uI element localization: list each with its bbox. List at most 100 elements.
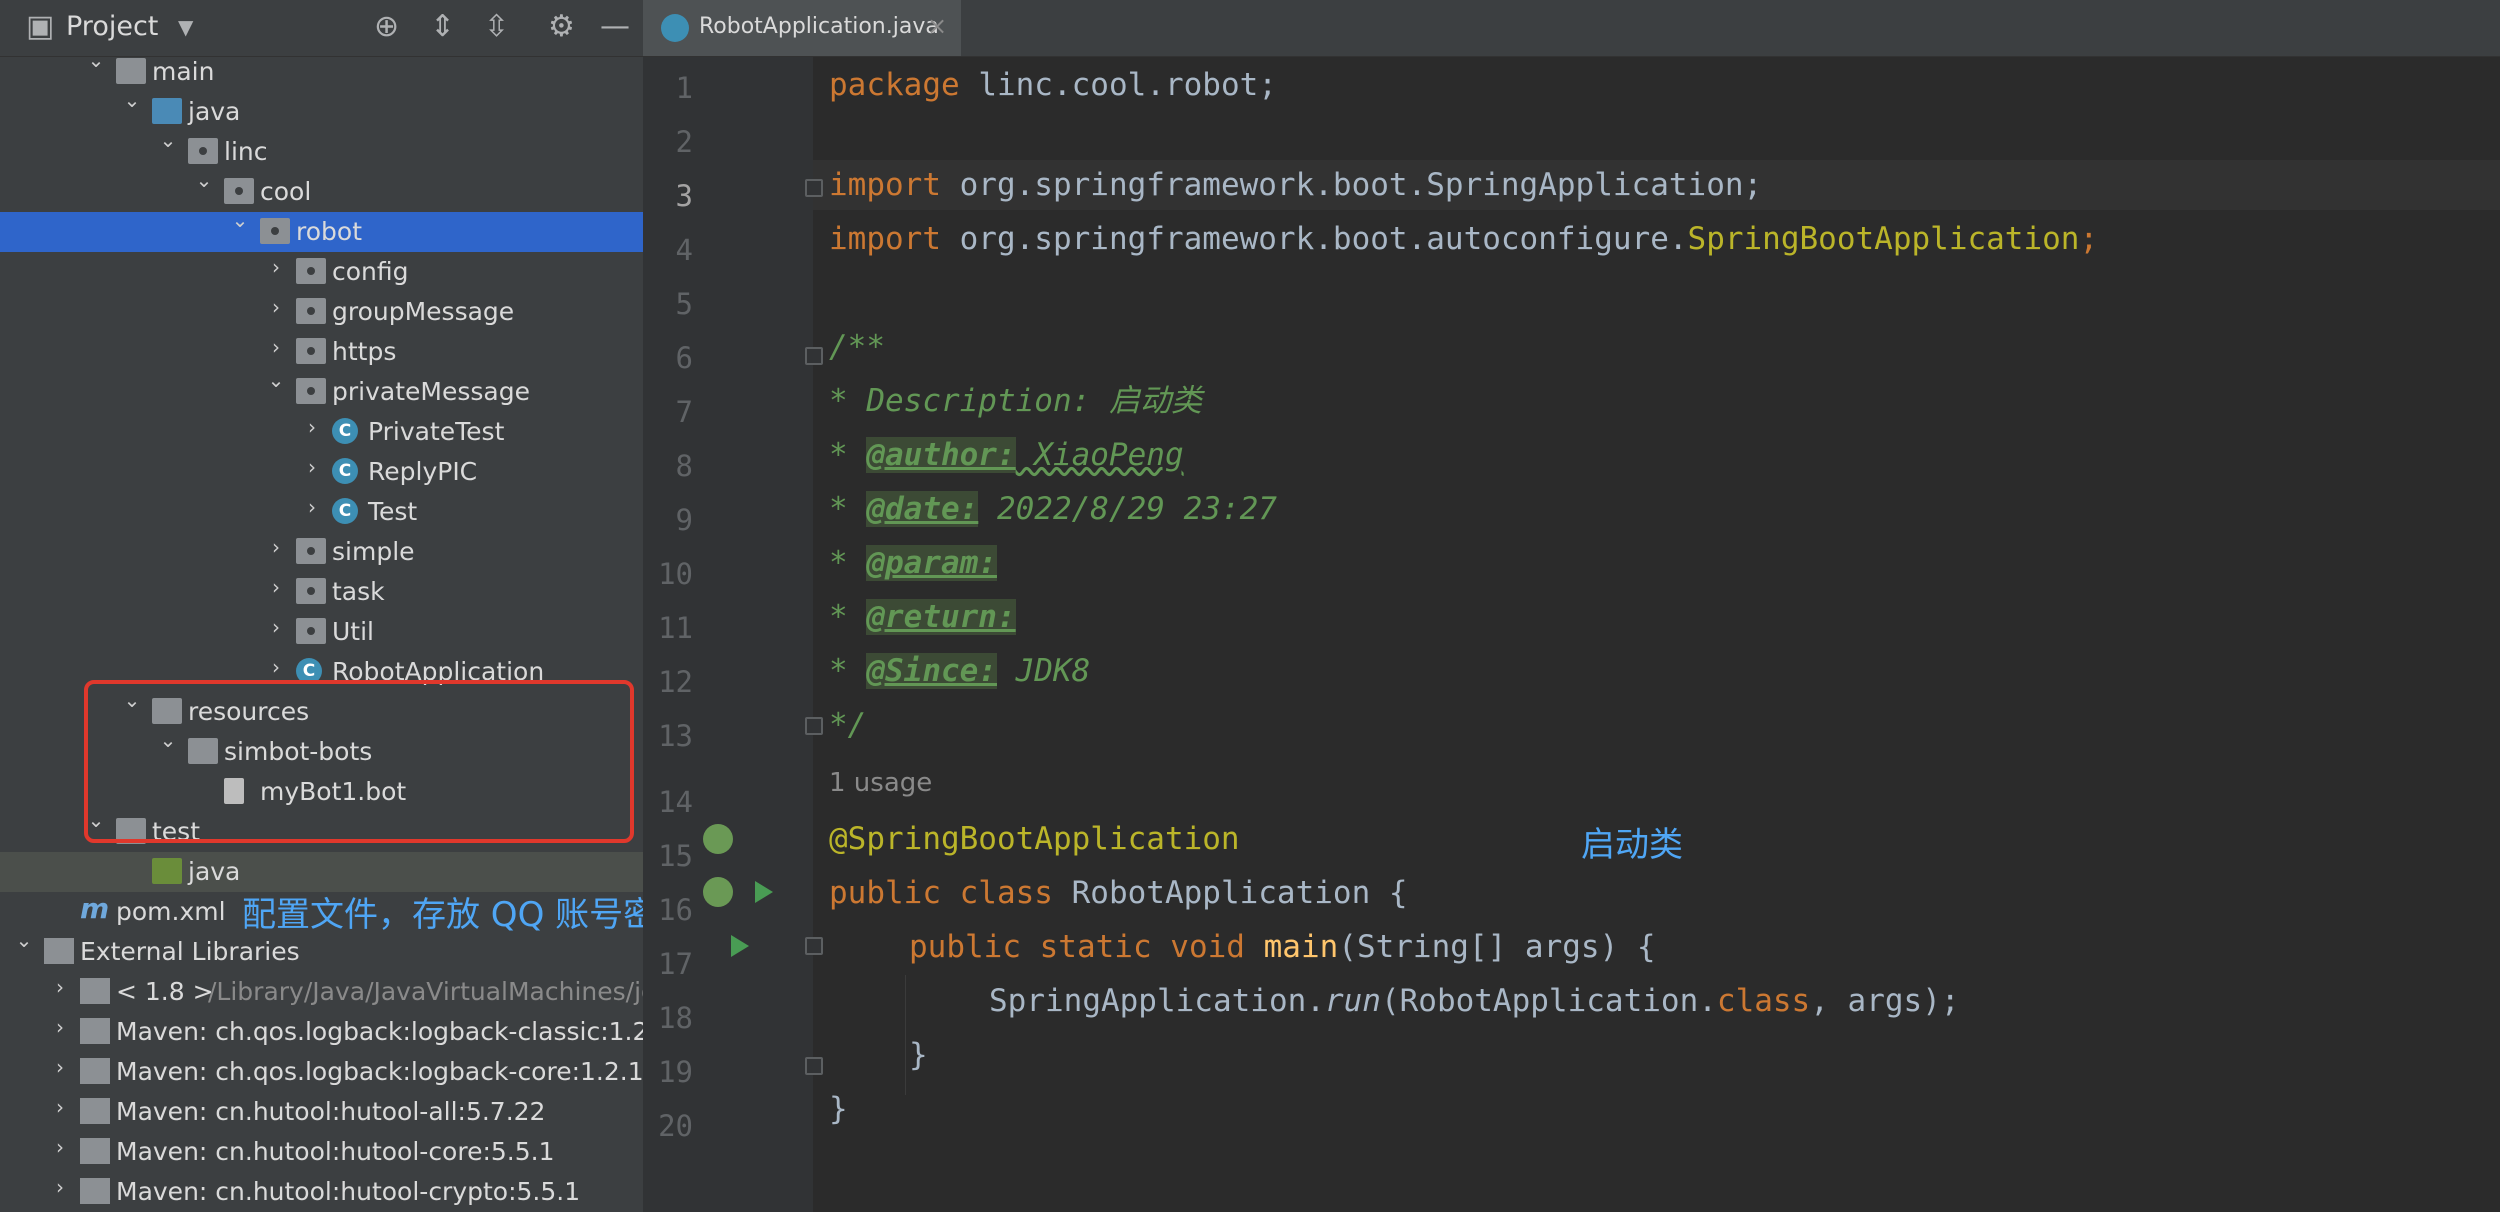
class-icon: C [332,498,358,524]
tree-item[interactable]: › C ReplyPIC [0,452,643,492]
tree-item-label: Maven: ch.qos.logback:logback-core:1.2.1… [116,1057,643,1086]
fold-marker[interactable] [805,179,823,197]
locate-icon[interactable]: ⊕ [374,10,399,44]
tree-item[interactable]: java [0,852,643,892]
chevron-right-icon[interactable]: › [48,1015,72,1039]
usage-hint[interactable]: 1 usage [829,768,932,798]
code-editor[interactable]: 1 2 3 4 5 6 7 8 9 10 11 12 13 14 15 16 17 18 19 20 1 usage … [643,57,2500,1212]
chevron-right-icon[interactable]: › [48,1095,72,1119]
tree-item[interactable]: › C Test [0,492,643,532]
fold-marker[interactable] [805,717,823,735]
tree-item[interactable]: › simple [0,532,643,572]
tree-item-label: ReplyPIC [368,457,478,486]
chevron-right-icon[interactable]: › [48,975,72,999]
tree-item[interactable]: ⌄ main [0,48,643,92]
line-number: 4 [675,233,693,267]
tree-item[interactable]: › task [0,572,643,612]
gear-icon[interactable]: ⚙ [548,10,575,44]
package-icon [224,178,254,204]
code-line-12: * @Since: JDK8 [829,653,1091,689]
chevron-right-icon[interactable]: › [264,615,288,639]
chevron-down-icon[interactable]: ⌄ [12,928,36,952]
fold-marker[interactable] [805,347,823,365]
code-line-14: @SpringBootApplication [829,821,1240,857]
chevron-down-icon[interactable]: ⌄ [192,168,216,192]
chevron-right-icon[interactable]: › [48,1055,72,1079]
tree-item[interactable]: › https [0,332,643,372]
expand-all-icon[interactable]: ⇕ [430,10,455,44]
code-line-7: * Description: 启动类 [829,383,1202,419]
tree-item[interactable]: › C PrivateTest [0,412,643,452]
tree-item[interactable]: ⌄ cool [0,168,643,212]
tree-item[interactable]: › Maven: cn.hutool:hutool-crypto:5.5.1 [0,1172,643,1212]
code-line-11: * @return: [829,599,1016,635]
tree-item[interactable]: ⌄ java [0,88,643,132]
folder-blue [152,98,182,124]
project-panel-title[interactable]: Project [66,11,158,42]
spring-bean-icon[interactable] [703,824,733,854]
collapse-all-icon[interactable]: ⇳ [484,10,509,44]
tree-item-label: PrivateTest [368,417,505,446]
close-icon[interactable]: × [927,12,947,40]
chevron-down-icon[interactable]: ⌄ [264,368,288,392]
spring-class-icon [661,14,689,42]
run-icon[interactable] [755,881,773,903]
chevron-right-icon[interactable]: › [300,415,324,439]
tree-item[interactable]: ⌄ privateMessage [0,368,643,412]
code-line-19: } [829,1091,848,1127]
class-annotation: 启动类 [1581,825,1683,865]
chevron-down-icon[interactable]: ⌄ [228,208,252,232]
tree-item[interactable]: ⌄ External Libraries [0,928,643,972]
fold-marker[interactable] [805,1057,823,1075]
library-icon [44,938,74,964]
chevron-right-icon[interactable]: › [300,455,324,479]
code-line-18: } [909,1037,928,1073]
chevron-down-icon[interactable]: ▼ [178,10,193,44]
tree-item[interactable]: › Maven: cn.hutool:hutool-all:5.7.22 [0,1092,643,1132]
chevron-right-icon[interactable]: › [264,575,288,599]
chevron-right-icon[interactable]: › [264,335,288,359]
tree-item-label: Util [332,617,374,646]
tree-item[interactable]: ⌄ robot [0,208,643,252]
chevron-right-icon[interactable]: › [48,1135,72,1159]
line-number: 12 [658,665,693,699]
project-view-icon[interactable]: ▣ [26,10,54,44]
chevron-right-icon[interactable]: › [48,1175,72,1199]
package-icon [296,538,326,564]
package-icon [296,618,326,644]
spring-bean-icon[interactable] [703,877,733,907]
chevron-right-icon[interactable]: › [264,655,288,679]
code-line-13: */ [829,707,867,743]
line-number: 18 [658,1001,693,1035]
tree-item-label: robot [296,217,362,246]
code-line-8: * @author: XiaoPeng [829,437,1184,473]
config-annotation: 配置文件，存放 QQ 账号密码 [242,895,692,935]
chevron-down-icon[interactable]: ⌄ [156,128,180,152]
tree-item[interactable]: › Maven: cn.hutool:hutool-core:5.5.1 [0,1132,643,1172]
chevron-right-icon[interactable]: › [300,495,324,519]
code-line-17: SpringApplication.run(RobotApplication.c… [989,983,1960,1019]
library-icon [80,1018,110,1044]
tree-item[interactable]: ⌄ linc [0,128,643,172]
tree-item-label: privateMessage [332,377,530,406]
fold-marker[interactable] [805,937,823,955]
minimize-icon[interactable]: — [600,10,630,44]
tree-item[interactable]: › Util [0,612,643,652]
tab-robotapplication[interactable]: RobotApplication.java × [643,0,961,56]
chevron-down-icon[interactable]: ⌄ [84,48,108,72]
line-number: 9 [675,503,693,537]
class-icon: C [332,418,358,444]
tree-item[interactable]: › groupMessage [0,292,643,332]
run-icon[interactable] [731,935,749,957]
chevron-right-icon[interactable]: › [264,295,288,319]
tree-item[interactable]: › Maven: ch.qos.logback:logback-core:1.2.… [0,1052,643,1092]
chevron-down-icon[interactable]: ⌄ [120,88,144,112]
chevron-right-icon[interactable]: › [264,255,288,279]
tree-item[interactable]: › config [0,252,643,292]
tree-item[interactable]: › Maven: ch.qos.logback:logback-classic:1… [0,1012,643,1052]
tree-item-label: Maven: cn.hutool:hutool-core:5.5.1 [116,1137,555,1166]
tree-item-path: /Library/Java/JavaVirtualMachines/jd [208,977,643,1006]
line-number: 2 [675,125,693,159]
chevron-right-icon[interactable]: › [264,535,288,559]
tree-item[interactable]: › < 1.8 >/Library/Java/JavaVirtualMachine… [0,972,643,1012]
